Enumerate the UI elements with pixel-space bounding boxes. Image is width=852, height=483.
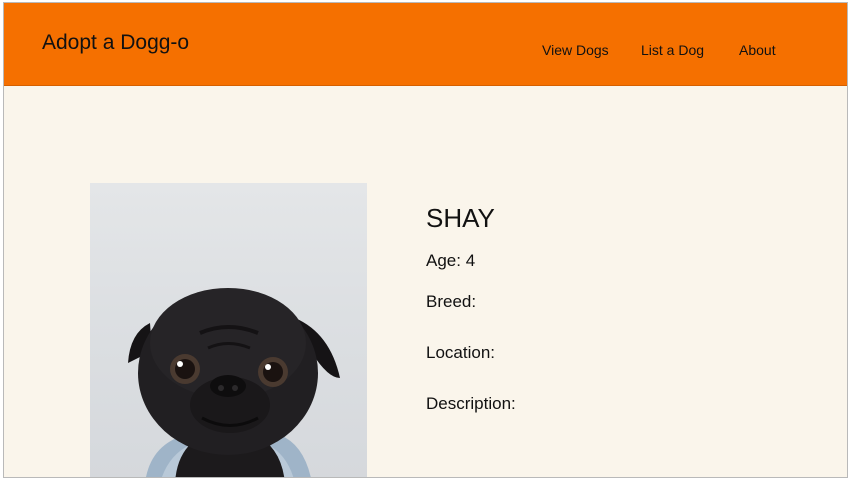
age-label: Age: [426, 251, 461, 270]
dog-age-row: Age: 4 [426, 251, 475, 271]
nav-view-dogs[interactable]: View Dogs [542, 42, 609, 58]
dog-name: SHAY [426, 203, 495, 233]
age-value: 4 [465, 251, 476, 270]
dog-photo [90, 183, 367, 477]
nav-about[interactable]: About [739, 42, 776, 58]
dog-description-row: Description: [426, 394, 516, 414]
nav-list-a-dog[interactable]: List a Dog [641, 42, 704, 58]
browser-viewport: Adopt a Dogg-o View Dogs List a Dog Abou… [3, 2, 848, 478]
pug-photo-icon [128, 288, 340, 477]
dog-breed-row: Breed: [426, 292, 476, 312]
location-label: Location: [426, 343, 495, 362]
site-header: Adopt a Dogg-o View Dogs List a Dog Abou… [4, 3, 847, 86]
description-label: Description: [426, 394, 516, 413]
brand-title[interactable]: Adopt a Dogg-o [42, 31, 189, 55]
dog-location-row: Location: [426, 343, 495, 363]
breed-label: Breed: [426, 292, 477, 311]
